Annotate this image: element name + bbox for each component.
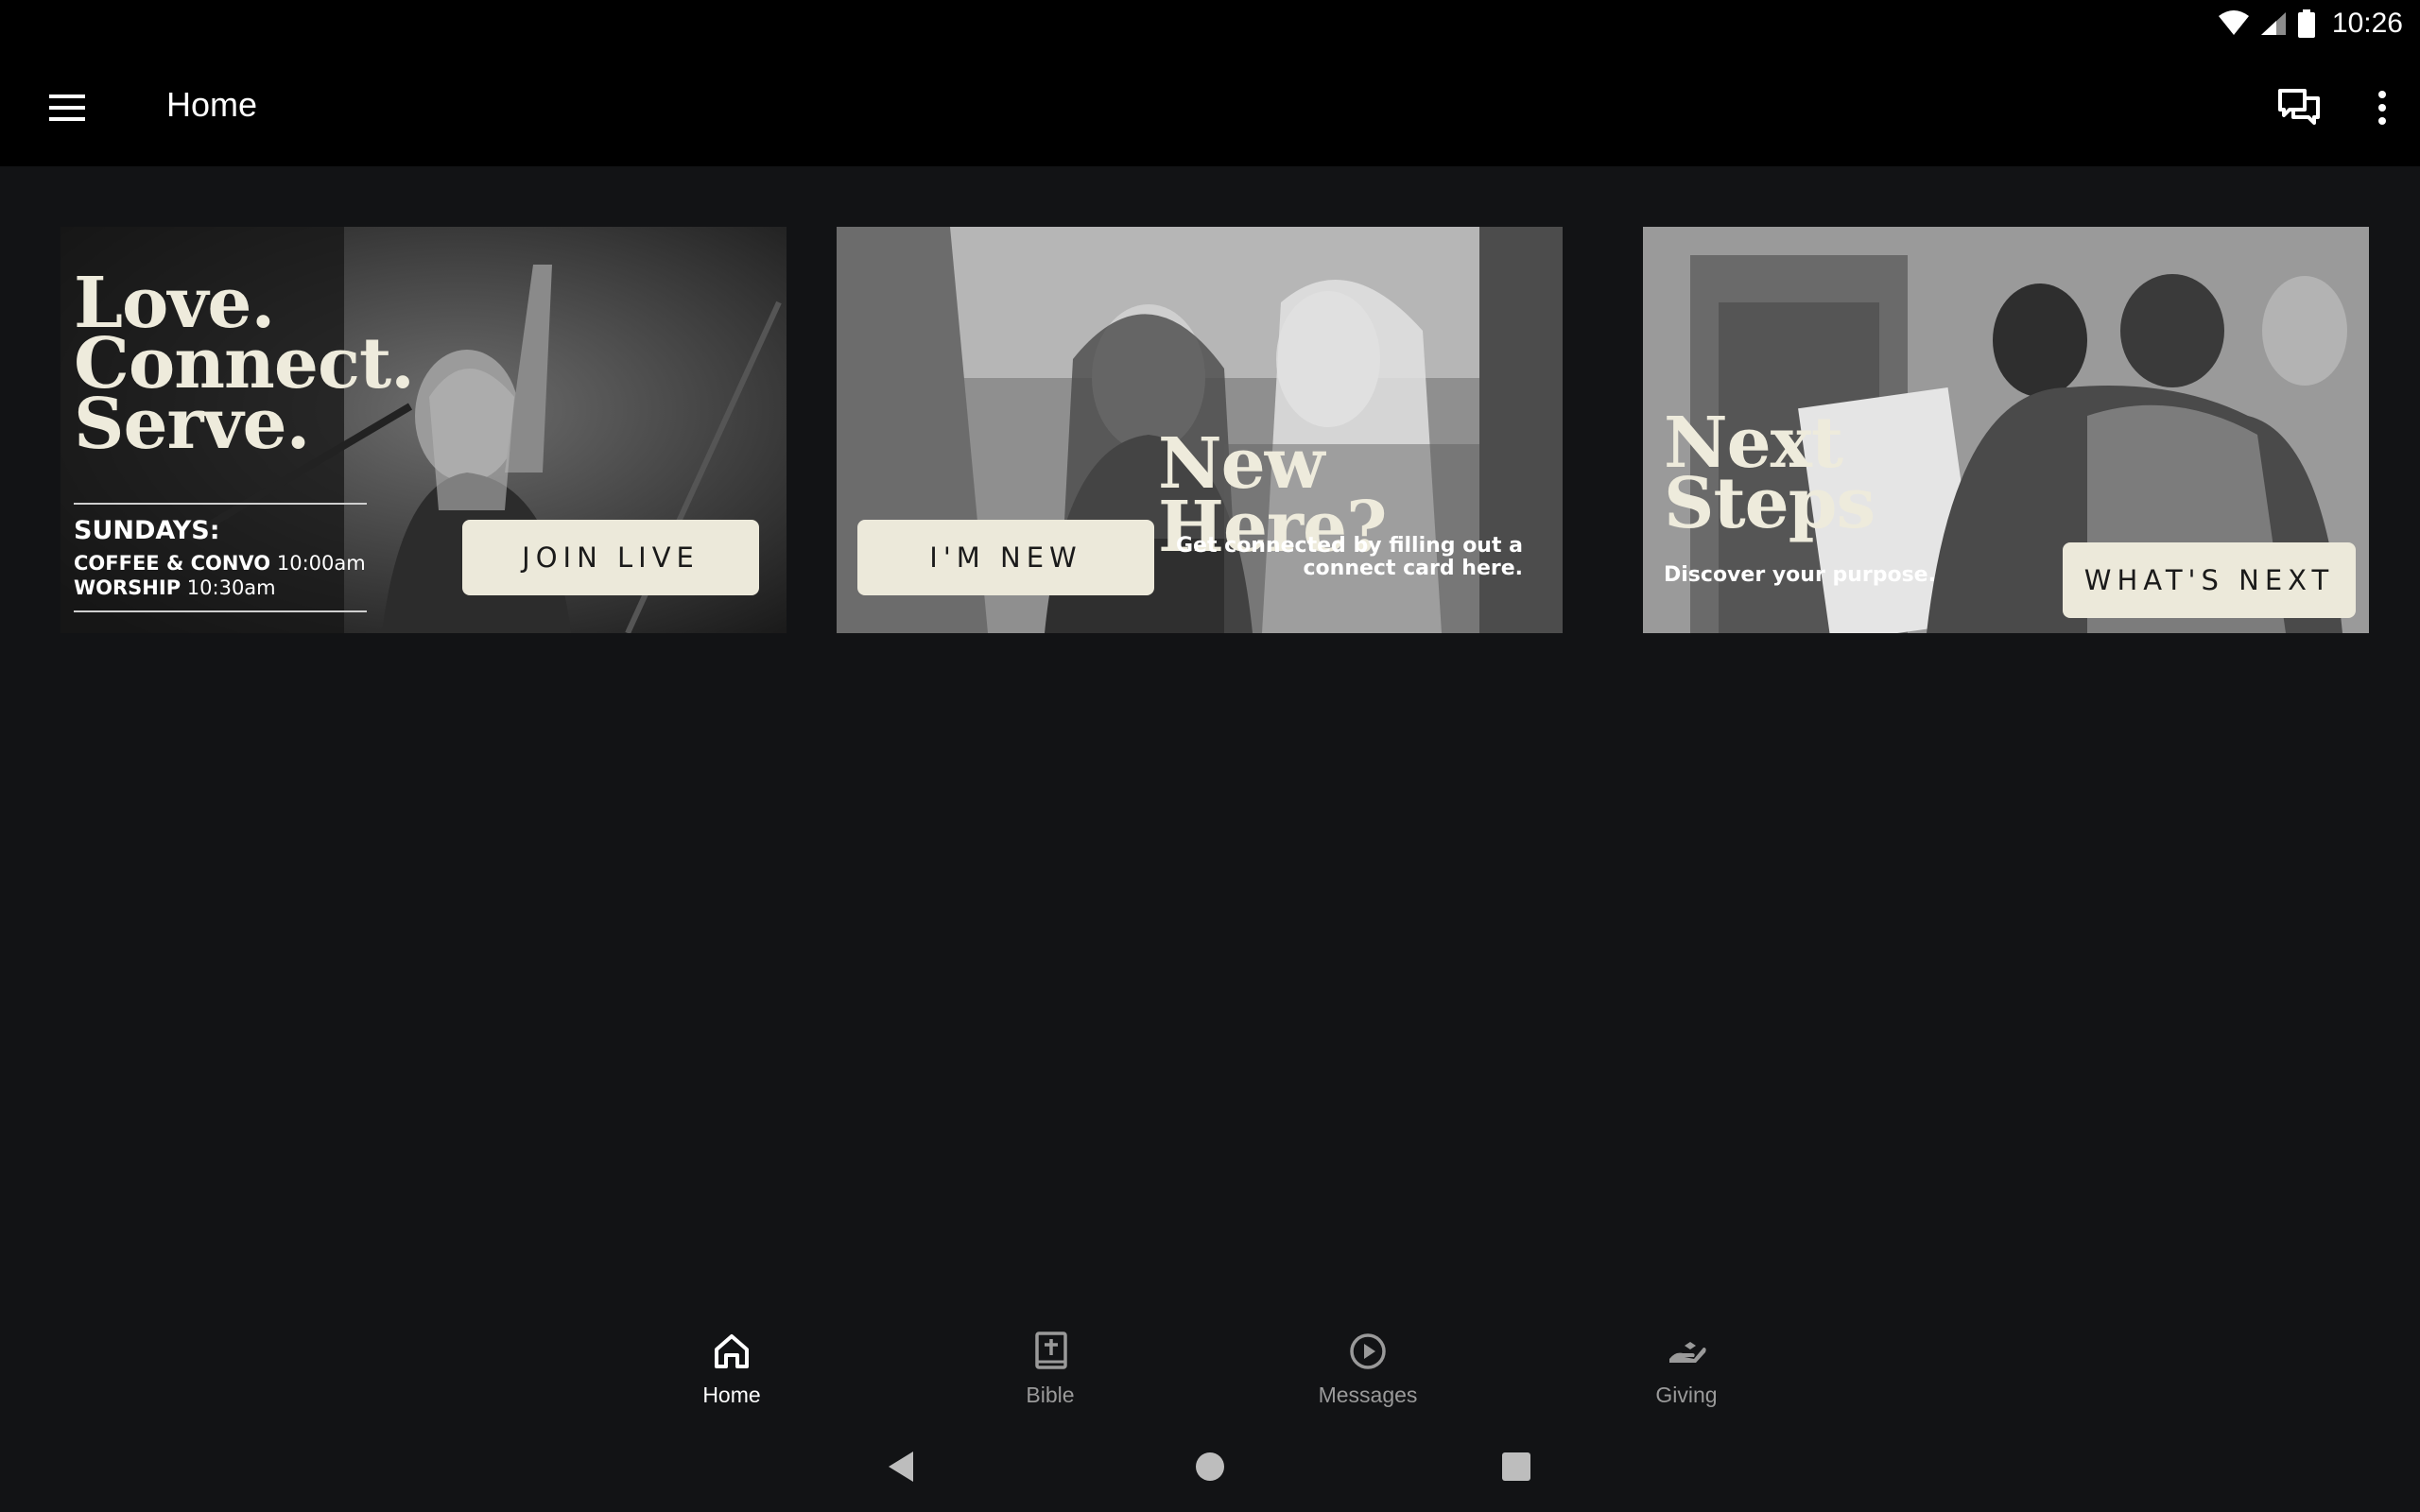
status-time: 10:26 (2331, 8, 2403, 39)
nav-item-home[interactable]: Home (647, 1331, 817, 1416)
nav-item-bible[interactable]: Bible (965, 1331, 1135, 1416)
recents-square-icon[interactable] (1495, 1446, 1537, 1487)
worship-label: WORSHIP (74, 576, 182, 599)
steps-headline: Steps (1664, 463, 1876, 544)
battery-icon (2298, 9, 2315, 38)
nav-item-giving[interactable]: Giving (1601, 1331, 1772, 1416)
join-live-card[interactable]: Love. Connect. Serve. SUNDAYS: COFFEE & … (60, 227, 786, 633)
home-circle-icon[interactable] (1189, 1446, 1231, 1487)
nav-label-messages: Messages (1318, 1383, 1418, 1407)
nav-label-bible: Bible (1026, 1383, 1075, 1407)
im-new-card[interactable]: New Here? Get connected by filling out a… (837, 227, 1563, 633)
next-steps-card[interactable]: Next Steps Discover your purpose. WHAT'S… (1643, 227, 2369, 633)
nav-item-messages[interactable]: Messages (1283, 1331, 1453, 1416)
nav-label-home: Home (702, 1383, 761, 1407)
bottom-navigation: Home Bible Messages Giving (0, 1304, 2420, 1418)
worship-row: WORSHIP 10:30am (74, 576, 276, 599)
app-bar: Home (0, 47, 2420, 166)
back-icon[interactable] (881, 1446, 923, 1487)
divider-bottom (74, 610, 367, 612)
nav-label-giving: Giving (1655, 1383, 1718, 1407)
more-vert-icon[interactable] (2363, 85, 2401, 130)
home-icon (715, 1334, 749, 1368)
chat-icon[interactable] (2276, 85, 2322, 130)
coffee-time: 10:00am (276, 552, 366, 575)
divider-top (74, 503, 367, 505)
status-bar: 10:26 (0, 0, 2420, 47)
worship-time: 10:30am (186, 576, 276, 599)
whats-next-button[interactable]: WHAT'S NEXT (2063, 542, 2356, 618)
coffee-row: COFFEE & CONVO 10:00am (74, 552, 366, 575)
headline-serve: Serve. (74, 384, 310, 465)
giving-hand-icon (1669, 1342, 1706, 1363)
discover-purpose-text: Discover your purpose. (1664, 563, 1936, 587)
hamburger-menu-icon[interactable] (47, 91, 89, 125)
system-navigation-bar (0, 1418, 2420, 1512)
connect-card-text: Get connected by filling out a connect c… (1176, 535, 1523, 580)
play-circle-icon (1350, 1333, 1386, 1369)
signal-icon (2261, 12, 2286, 35)
page-title: Home (166, 85, 258, 124)
wifi-icon (2219, 10, 2249, 35)
coffee-label: COFFEE & CONVO (74, 552, 271, 575)
status-icons (2218, 9, 2316, 38)
bible-icon (1035, 1332, 1067, 1369)
join-live-button[interactable]: JOIN LIVE (462, 520, 759, 595)
im-new-button[interactable]: I'M NEW (857, 520, 1154, 595)
connect-card-line-1: Get connected by filling out a (1176, 534, 1523, 558)
connect-card-line-2: connect card here. (1303, 557, 1523, 580)
sundays-label: SUNDAYS: (74, 516, 220, 545)
